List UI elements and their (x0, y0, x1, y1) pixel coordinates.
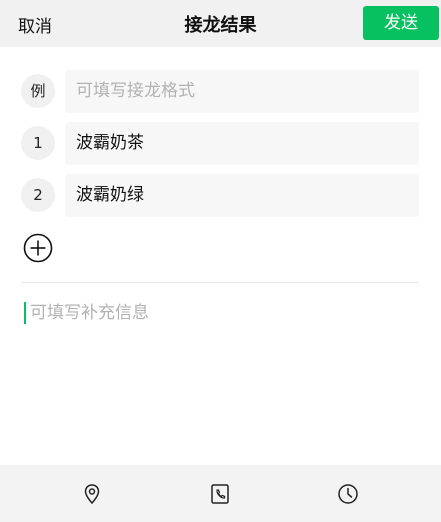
location-pin-icon[interactable] (81, 483, 103, 505)
bottom-toolbar (0, 465, 441, 522)
entry-row: 1 波霸奶茶 (21, 122, 419, 165)
add-circle-icon[interactable] (23, 233, 53, 263)
info-input[interactable]: 可填写补充信息 (30, 302, 149, 324)
entry-input[interactable]: 波霸奶绿 (65, 174, 419, 217)
header-bar: 取消 接龙结果 发送 (0, 0, 441, 47)
example-badge: 例 (21, 74, 55, 108)
entry-index-badge: 1 (21, 126, 55, 160)
entry-row: 2 波霸奶绿 (21, 174, 419, 217)
send-button[interactable]: 发送 (363, 6, 439, 40)
divider (21, 282, 419, 283)
example-row: 例 可填写接龙格式 (21, 70, 419, 113)
phone-icon[interactable] (209, 483, 231, 505)
entry-index-badge: 2 (21, 178, 55, 212)
format-input[interactable]: 可填写接龙格式 (65, 70, 419, 113)
text-cursor (24, 302, 26, 324)
entry-input[interactable]: 波霸奶茶 (65, 122, 419, 165)
clock-icon[interactable] (337, 483, 359, 505)
